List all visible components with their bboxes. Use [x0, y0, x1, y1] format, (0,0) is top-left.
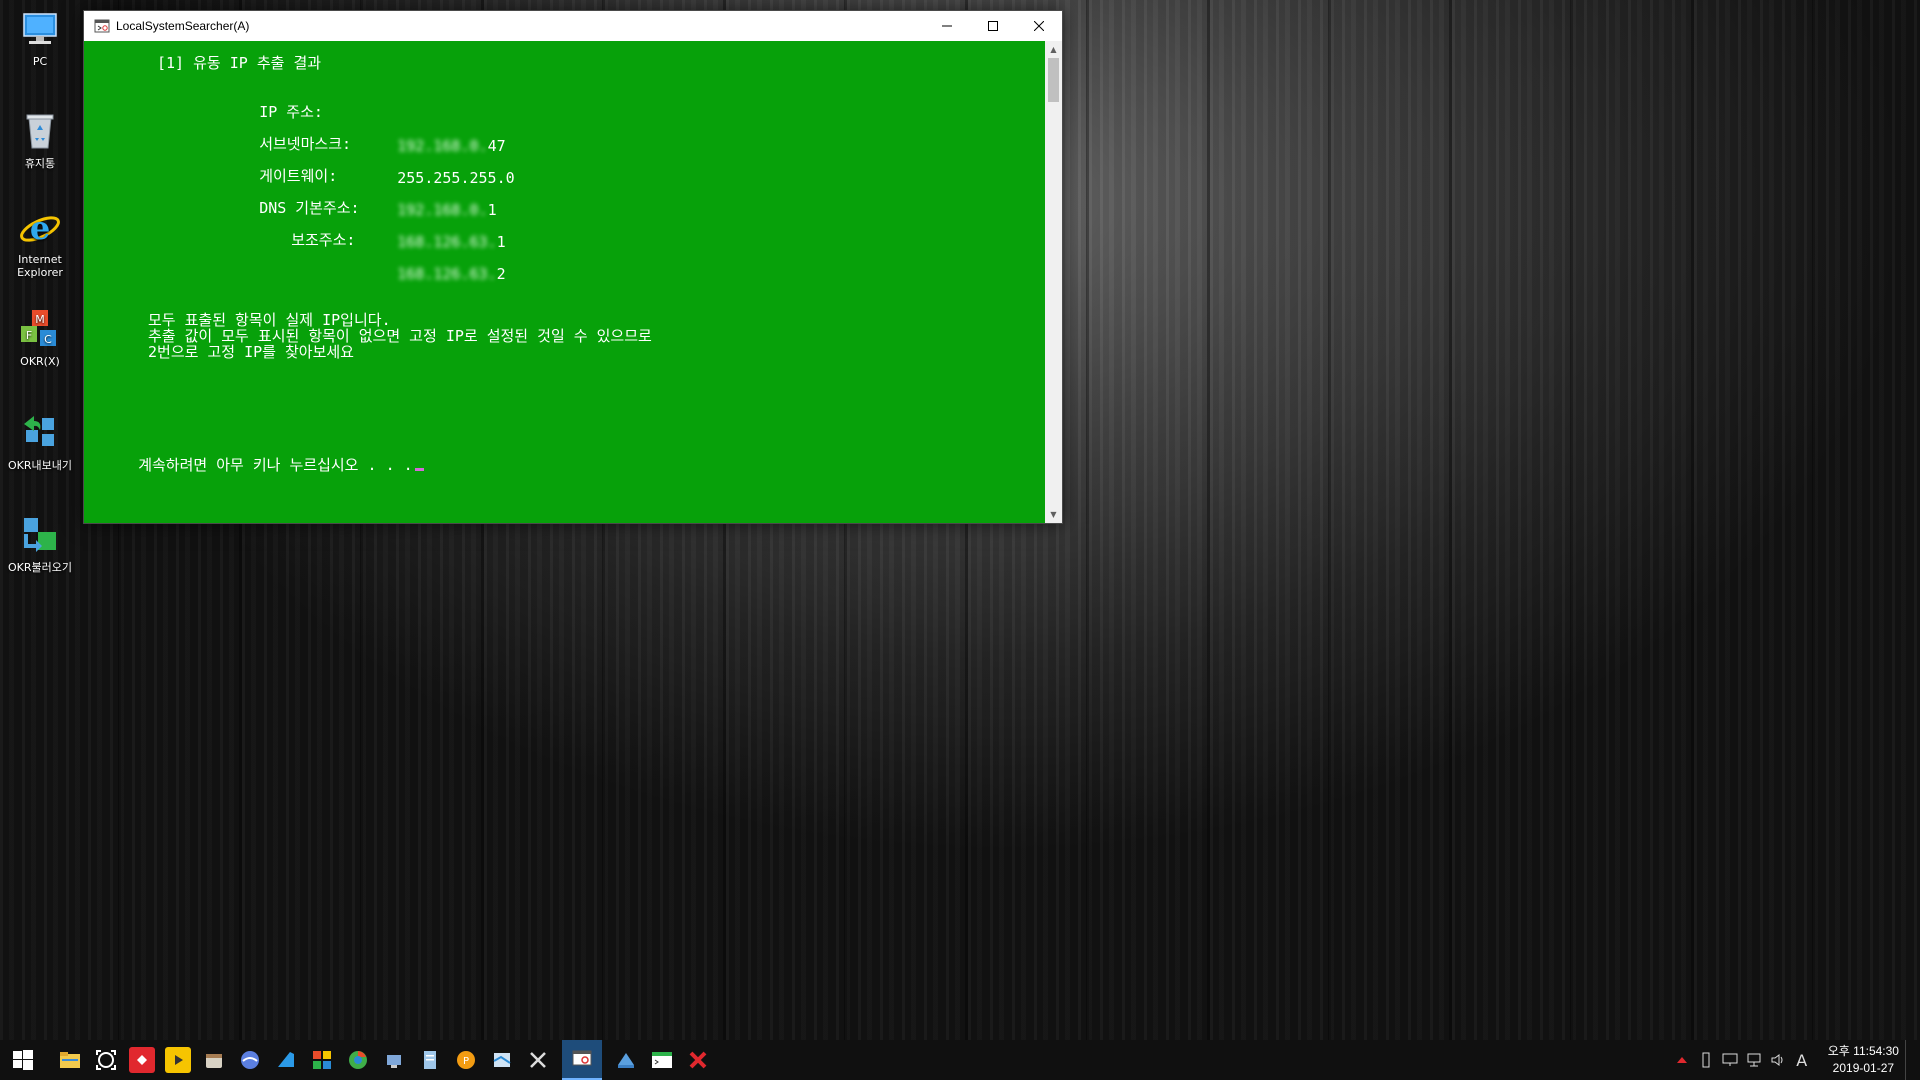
section-header: [1] 유동 IP 추출 결과 [157, 54, 322, 72]
tools-app-icon[interactable] [525, 1047, 551, 1073]
vertical-scrollbar[interactable]: ▲ ▼ [1045, 41, 1062, 523]
app-window-icon [94, 19, 110, 33]
desktop-icon-label: OKR불러오기 [8, 561, 72, 574]
red-x-app-icon[interactable] [685, 1047, 711, 1073]
capture-icon[interactable] [93, 1047, 119, 1073]
show-desktop-button[interactable] [1905, 1040, 1906, 1080]
blue-app-icon[interactable] [613, 1047, 639, 1073]
document-app-icon[interactable] [417, 1047, 443, 1073]
map-app-icon[interactable] [489, 1047, 515, 1073]
okr-import-icon [18, 512, 62, 556]
dns-secondary-value: 2 [496, 265, 506, 283]
maximize-icon [988, 21, 998, 31]
terminal-app-icon[interactable] [649, 1047, 675, 1073]
svg-text:F: F [26, 329, 32, 342]
internet-explorer-icon: e [18, 206, 62, 250]
desktop-icon-label: OKR내보내기 [8, 459, 72, 472]
remote-app-icon[interactable] [129, 1047, 155, 1073]
okr-export-icon [18, 410, 62, 454]
chrome-like-app-icon[interactable] [345, 1047, 371, 1073]
clock-date: 2019-01-27 [1832, 1061, 1895, 1075]
scroll-up-arrow-icon[interactable]: ▲ [1045, 41, 1062, 58]
desktop-icon-okr-x[interactable]: M F C OKR(X) [2, 308, 78, 368]
archive-app-icon[interactable] [201, 1047, 227, 1073]
file-explorer-icon[interactable] [57, 1047, 83, 1073]
network-icon[interactable] [1745, 1051, 1763, 1069]
display-icon[interactable] [1721, 1051, 1739, 1069]
continue-prompt: 계속하려면 아무 키나 누르십시오 . . . [84, 440, 424, 491]
orange-circle-app-icon[interactable]: P [453, 1047, 479, 1073]
potplayer-icon[interactable] [165, 1047, 191, 1073]
close-icon [1034, 21, 1044, 31]
visual-studio-icon[interactable] [273, 1047, 299, 1073]
desktop-icon-pc[interactable]: PC [2, 8, 78, 68]
chevron-up-icon[interactable] [1673, 1051, 1691, 1069]
desktop-icon-recycle-bin[interactable]: 휴지통 [2, 108, 78, 171]
close-button[interactable] [1016, 11, 1062, 41]
local-system-searcher-icon[interactable] [562, 1040, 602, 1080]
minimize-button[interactable] [924, 11, 970, 41]
desktop-icon-internet-explorer[interactable]: e Internet Explorer [2, 206, 78, 279]
maximize-button[interactable] [970, 11, 1016, 41]
window-titlebar[interactable]: LocalSystemSearcher(A) [84, 11, 1062, 41]
console-window[interactable]: LocalSystemSearcher(A) [1] 유동 IP 추출 결과 I… [83, 10, 1063, 524]
volume-icon[interactable] [1769, 1051, 1787, 1069]
usb-device-icon[interactable] [1697, 1051, 1715, 1069]
minimize-icon [942, 25, 952, 27]
desktop-icon-label: OKR(X) [20, 355, 60, 368]
dns-secondary-row: 보조주소: 168.126.63.2 [237, 215, 505, 283]
network-app-icon[interactable] [381, 1047, 407, 1073]
desktop-icon-label: Internet Explorer [17, 253, 63, 279]
recycle-bin-icon [18, 108, 62, 152]
taskbar: P A 오후 11:54:30 2019-01-27 [0, 1040, 1920, 1080]
clock[interactable]: 오후 11:54:30 2019-01-27 [1828, 1043, 1899, 1077]
ime-indicator[interactable]: A [1793, 1051, 1811, 1070]
dns-secondary-label: 보조주소: [291, 231, 356, 249]
windows-start-icon[interactable] [10, 1047, 36, 1073]
svg-text:C: C [44, 333, 52, 346]
desktop-icon-okr-export[interactable]: OKR내보내기 [2, 410, 78, 473]
svg-text:e: e [30, 209, 50, 247]
okr-cubes-icon: M F C [18, 308, 62, 352]
desktop-icon-label: 휴지통 [24, 157, 56, 170]
system-tray: A 오후 11:54:30 2019-01-27 [1670, 1040, 1906, 1080]
continue-prompt-text: 계속하려면 아무 키나 누르십시오 . . . [138, 456, 413, 474]
note-line: 2번으로 고정 IP를 찾아보세요 [148, 343, 354, 361]
clock-time: 오후 11:54:30 [1827, 1044, 1899, 1058]
colorful-app-icon[interactable] [309, 1047, 335, 1073]
blue-orb-app-icon[interactable] [237, 1047, 263, 1073]
scroll-down-arrow-icon[interactable]: ▼ [1045, 506, 1062, 523]
dns-secondary-masked: 168.126.63. [397, 265, 497, 283]
desktop-icon-label: PC [32, 55, 48, 68]
svg-text:M: M [35, 313, 45, 326]
console-output[interactable]: [1] 유동 IP 추출 결과 IP 주소: 192.168.0.47 서브넷마… [84, 41, 1045, 523]
window-title: LocalSystemSearcher(A) [116, 19, 250, 33]
desktop-icon-okr-import[interactable]: OKR불러오기 [2, 512, 78, 575]
text-cursor [414, 468, 424, 471]
scrollbar-thumb[interactable] [1048, 58, 1059, 102]
svg-text:P: P [463, 1056, 469, 1067]
computer-icon [18, 8, 62, 52]
